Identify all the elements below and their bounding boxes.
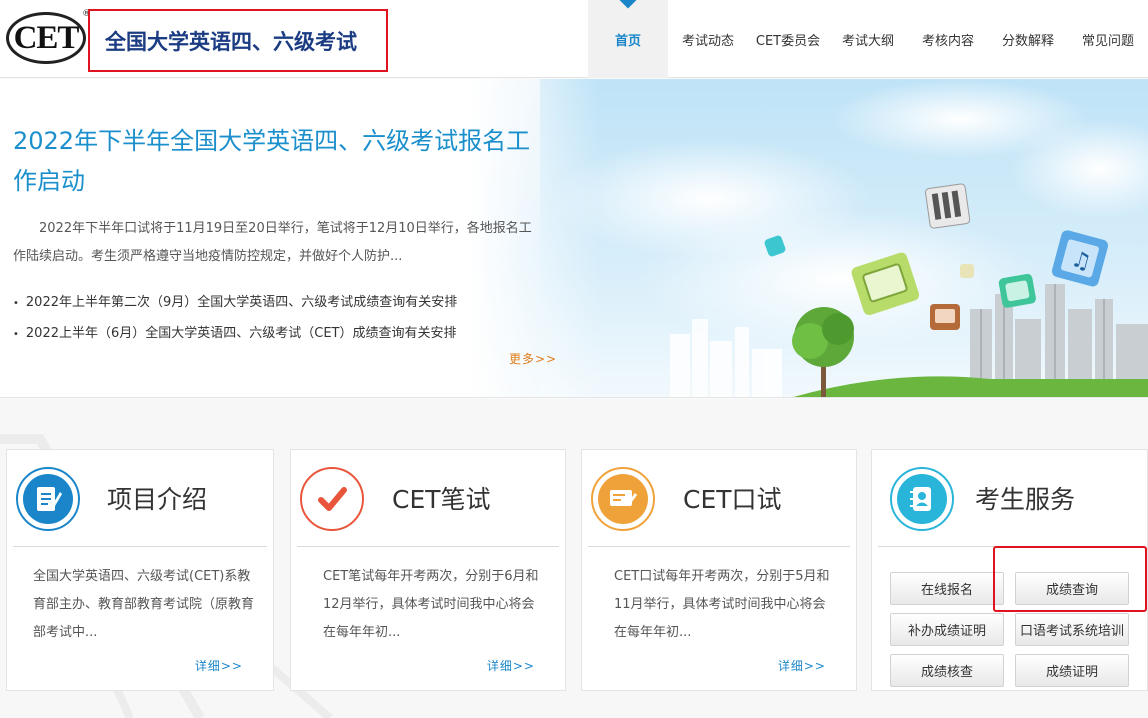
card-detail-link[interactable]: 详细>> (195, 657, 243, 674)
card-title: CET口试 (683, 485, 782, 514)
card-description: CET口试每年开考两次，分别于5月和11月举行，具体考试时间我中心将会在每年年初… (614, 569, 830, 640)
cet-logo[interactable]: CET ® (6, 9, 91, 64)
card-divider (297, 546, 559, 547)
news-link[interactable]: 2022上半年（6月）全国大学英语四、六级考试（CET）成绩查询有关安排 (13, 319, 553, 350)
card-title: CET笔试 (392, 485, 491, 514)
card-detail-link[interactable]: 详细>> (778, 657, 826, 674)
score-query-button[interactable]: 成绩查询 (1015, 572, 1129, 605)
card-oral-test: CET口试 CET口试每年开考两次，分别于5月和11月举行，具体考试时间我中心将… (581, 449, 857, 691)
page: CET ® 全国大学英语四、六级考试 首页 考试动态 CET委员会 考试大纲 考… (0, 0, 1148, 718)
card-divider (878, 546, 1141, 547)
monitor-pen-icon (598, 474, 648, 524)
card-title: 项目介绍 (107, 485, 208, 514)
card-icon-ring (300, 467, 364, 531)
nav-label: CET委员会 (755, 33, 821, 49)
online-registration-button[interactable]: 在线报名 (890, 572, 1004, 605)
card-divider (588, 546, 850, 547)
nav-cet-committee[interactable]: CET委员会 (748, 0, 828, 78)
nav-home[interactable]: 首页 (588, 0, 668, 78)
checkmark-icon (307, 474, 357, 524)
card-description: CET笔试每年开考两次，分别于6月和12月举行，具体考试时间我中心将会在每年年初… (323, 569, 539, 640)
nav-exam-news[interactable]: 考试动态 (668, 0, 748, 78)
contact-book-icon (897, 474, 947, 524)
hero-description: 2022年下半年口试将于11月19日至20日举行，笔试将于12月10日举行，各地… (13, 221, 532, 264)
card-divider (13, 546, 267, 547)
site-title-highlight: 全国大学英语四、六级考试 (88, 9, 388, 72)
card-detail-link[interactable]: 详细>> (487, 657, 535, 674)
card-project-intro: 项目介绍 全国大学英语四、六级考试(CET)系教育部主办、教育部教育考试院（原教… (6, 449, 274, 691)
oral-system-training-button[interactable]: 口语考试系统培训 (1015, 613, 1129, 646)
score-verification-button[interactable]: 成绩核查 (890, 654, 1004, 687)
nav-active-indicator (619, 0, 637, 9)
card-description: 全国大学英语四、六级考试(CET)系教育部主办、教育部教育考试院（原教育部考试中… (33, 569, 255, 640)
site-title: 全国大学英语四、六级考试 (105, 29, 357, 54)
site-header: CET ® 全国大学英语四、六级考试 首页 考试动态 CET委员会 考试大纲 考… (0, 0, 1148, 78)
card-icon-ring (890, 467, 954, 531)
news-link[interactable]: 2022年上半年第二次（9月）全国大学英语四、六级考试成绩查询有关安排 (13, 288, 553, 319)
card-title: 考生服务 (975, 485, 1076, 514)
nav-label: 考试动态 (681, 33, 734, 49)
main-nav: 首页 考试动态 CET委员会 考试大纲 考核内容 分数解释 常见问题 (588, 0, 1148, 78)
hero-news-list: 2022年上半年第二次（9月）全国大学英语四、六级考试成绩查询有关安排 2022… (13, 288, 553, 350)
hero-more-link[interactable]: 更多>> (509, 350, 557, 367)
card-icon-ring (591, 467, 655, 531)
hero-headline[interactable]: 2022年下半年全国大学英语四、六级考试报名工作启动 (13, 121, 543, 201)
nav-label: 考核内容 (921, 33, 974, 49)
score-certificate-button[interactable]: 成绩证明 (1015, 654, 1129, 687)
card-written-test: CET笔试 CET笔试每年开考两次，分别于6月和12月举行，具体考试时间我中心将… (290, 449, 566, 691)
nav-assessment[interactable]: 考核内容 (908, 0, 988, 78)
nav-label: 考试大纲 (841, 33, 894, 49)
logo-text: CET (13, 19, 80, 56)
nav-label: 分数解释 (1001, 33, 1054, 49)
card-candidate-services: 考生服务 在线报名 成绩查询 补办成绩证明 口语考试系统培训 成绩核查 成绩证明 (871, 449, 1148, 691)
nav-syllabus[interactable]: 考试大纲 (828, 0, 908, 78)
nav-score-explanation[interactable]: 分数解释 (988, 0, 1068, 78)
reissue-certificate-button[interactable]: 补办成绩证明 (890, 613, 1004, 646)
card-icon-ring (16, 467, 80, 531)
document-edit-icon (23, 474, 73, 524)
hero-banner: ♫ 2022年下半年全国大学英语四、六级考试报名工作启动 2022年下半年口试将… (0, 79, 1148, 398)
nav-label: 首页 (614, 33, 641, 49)
nav-label: 常见问题 (1081, 33, 1134, 49)
nav-faq[interactable]: 常见问题 (1068, 0, 1148, 78)
hero-illustration: ♫ (540, 79, 1148, 397)
